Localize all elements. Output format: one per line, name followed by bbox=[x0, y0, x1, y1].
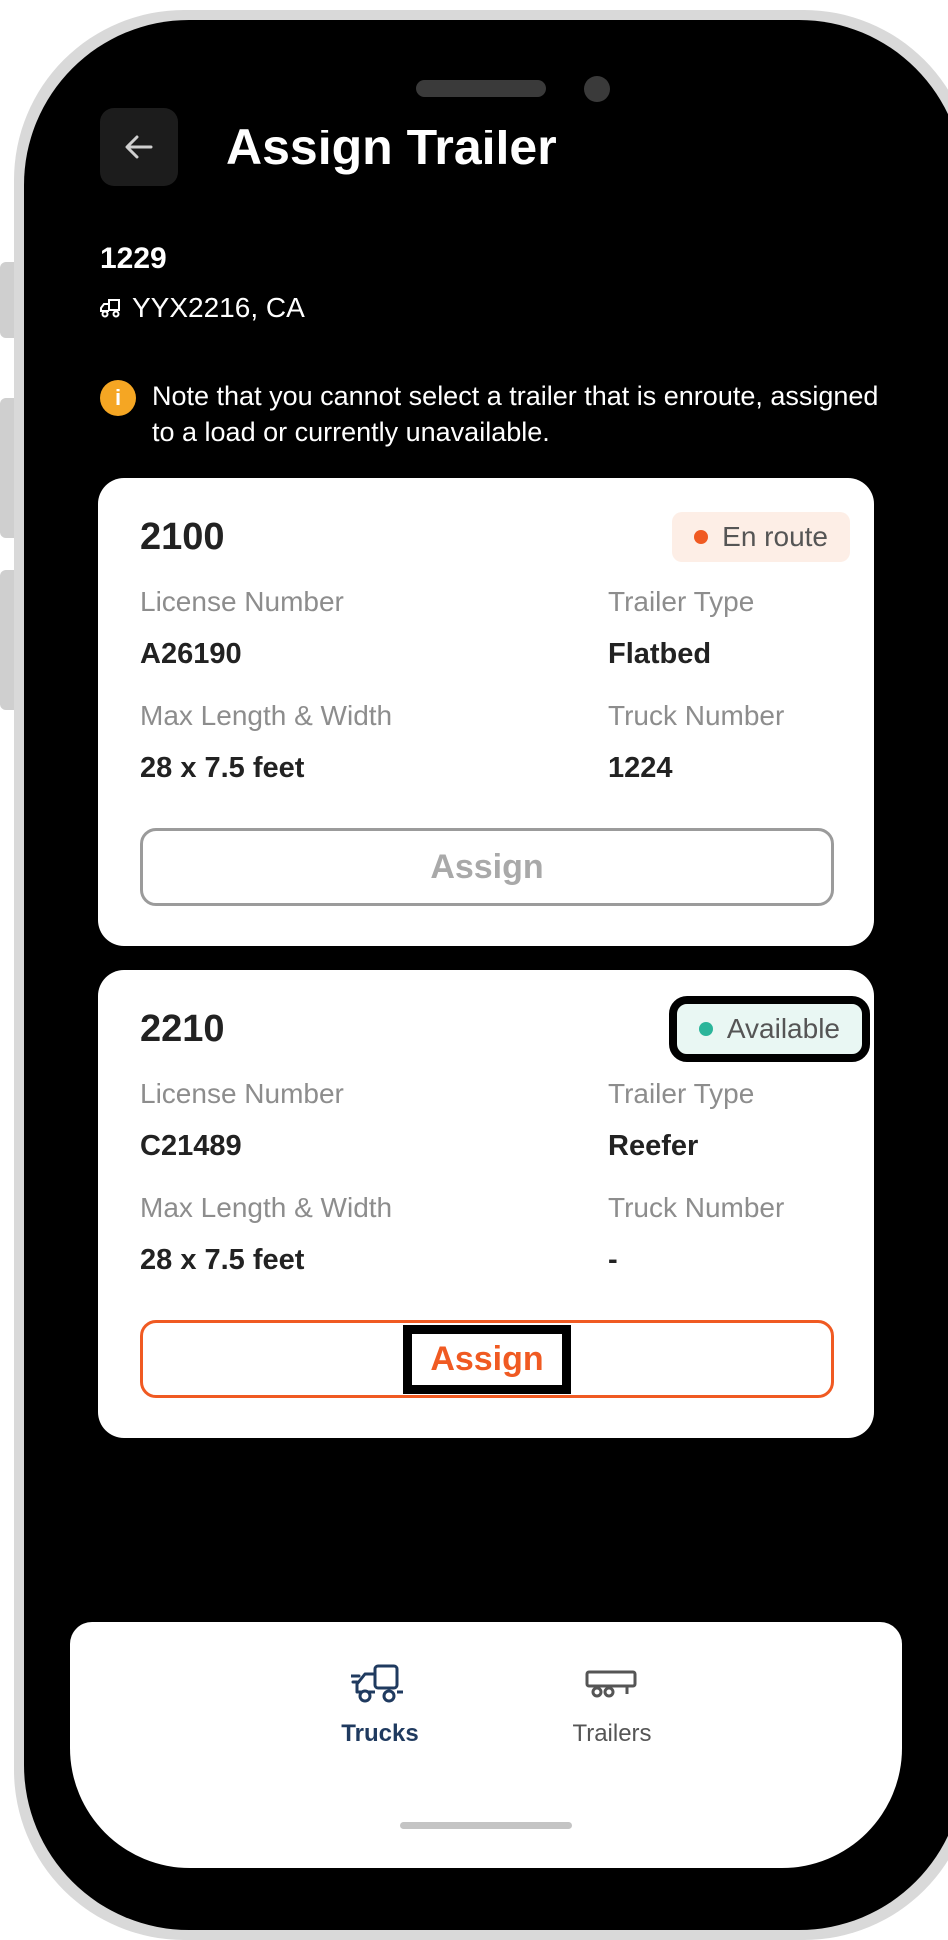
truck-icon bbox=[100, 299, 120, 318]
truck-number-value: 1224 bbox=[608, 752, 673, 784]
trailer-type-label: Trailer Type bbox=[608, 1078, 755, 1109]
status-text: Available bbox=[726, 1013, 840, 1044]
arrow-left-icon bbox=[125, 135, 153, 159]
info-note: i Note that you cannot select a trailer … bbox=[100, 378, 880, 450]
trailer-type-value: Flatbed bbox=[608, 638, 712, 670]
bottom-tab-bar: Trucks Trailers bbox=[70, 1622, 902, 1868]
mute-switch bbox=[0, 262, 14, 338]
volume-down-button bbox=[0, 570, 14, 710]
trailer-card: 2210 Available License Number C21489 Tra… bbox=[98, 970, 874, 1438]
assign-button-disabled[interactable]: Assign bbox=[140, 828, 834, 906]
truck-number-label: Truck Number bbox=[608, 700, 785, 731]
license-label: License Number bbox=[140, 1078, 344, 1109]
license-value: A26190 bbox=[140, 638, 242, 670]
speaker bbox=[416, 80, 546, 97]
tab-trucks[interactable]: Trucks bbox=[310, 1662, 450, 1748]
license-label: License Number bbox=[140, 586, 344, 617]
truck-tab-icon bbox=[351, 1664, 403, 1703]
back-button[interactable] bbox=[100, 108, 178, 186]
dimensions-label: Max Length & Width bbox=[140, 1192, 393, 1223]
trailer-id: 2210 bbox=[140, 1008, 225, 1050]
assign-button-label: Assign bbox=[403, 1324, 571, 1394]
info-note-text: Note that you cannot select a trailer th… bbox=[152, 381, 879, 447]
status-dot bbox=[694, 530, 709, 544]
front-camera bbox=[584, 76, 610, 102]
status-text: En route bbox=[722, 521, 828, 552]
truck-plate-text: YYX2216, CA bbox=[132, 292, 305, 323]
truck-number: 1229 bbox=[100, 242, 167, 275]
trailer-tab-icon bbox=[585, 1670, 637, 1698]
assign-button-label: Assign bbox=[430, 847, 544, 886]
status-badge-available: Available bbox=[668, 996, 871, 1062]
app-screen bbox=[70, 62, 902, 1868]
dimensions-value: 28 x 7.5 feet bbox=[140, 752, 305, 784]
home-indicator bbox=[400, 1822, 572, 1829]
status-dot bbox=[698, 1022, 713, 1036]
tab-trailers[interactable]: Trailers bbox=[542, 1662, 682, 1748]
truck-plate: YYX2216, CA bbox=[100, 292, 305, 324]
tab-trucks-label: Trucks bbox=[341, 1720, 419, 1747]
status-badge-enroute: En route bbox=[672, 512, 850, 562]
trailer-type-value: Reefer bbox=[608, 1130, 699, 1162]
trailer-id: 2100 bbox=[140, 516, 225, 558]
trailer-card: 2100 En route License Number A26190 Trai… bbox=[98, 478, 874, 946]
notch bbox=[250, 64, 726, 130]
dimensions-value: 28 x 7.5 feet bbox=[140, 1244, 305, 1276]
assign-button[interactable]: Assign bbox=[140, 1320, 834, 1398]
license-value: C21489 bbox=[140, 1130, 242, 1162]
dimensions-label: Max Length & Width bbox=[140, 700, 393, 731]
info-icon: i bbox=[100, 380, 136, 416]
volume-up-button bbox=[0, 398, 14, 538]
truck-number-value: - bbox=[608, 1244, 618, 1276]
trailer-type-label: Trailer Type bbox=[608, 586, 755, 617]
tab-trailers-label: Trailers bbox=[572, 1720, 652, 1747]
truck-number-label: Truck Number bbox=[608, 1192, 785, 1223]
